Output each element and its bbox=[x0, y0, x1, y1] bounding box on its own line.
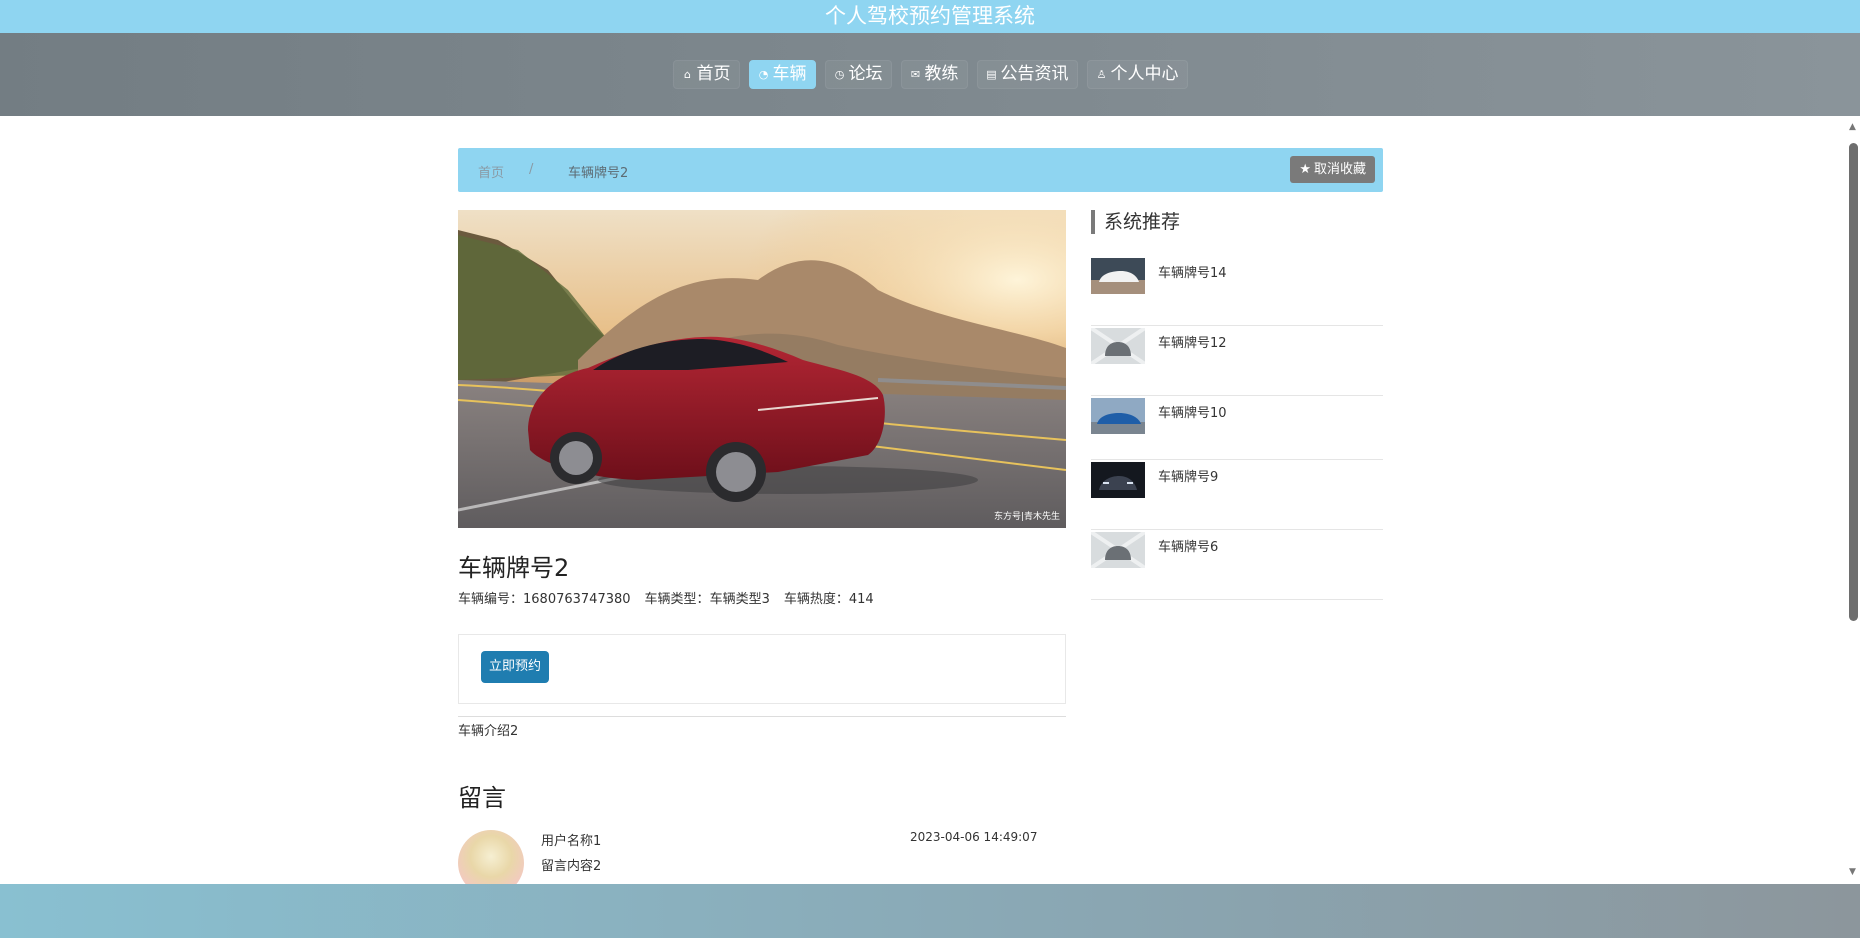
list-item[interactable]: 车辆牌号9 bbox=[1091, 460, 1383, 530]
list-item-label: 车辆牌号6 bbox=[1158, 540, 1219, 555]
list-item-label: 车辆牌号9 bbox=[1158, 470, 1219, 485]
breadcrumb-home-link[interactable]: 首页 bbox=[478, 162, 504, 181]
list-item[interactable]: 车辆牌号6 bbox=[1091, 530, 1383, 600]
unfavorite-button[interactable]: ★ 取消收藏 bbox=[1290, 156, 1375, 183]
nav-item-label: 教练 bbox=[924, 64, 959, 84]
vehicle-thumbnail bbox=[1091, 462, 1145, 498]
recommendations-list: 车辆牌号14 车辆牌号12 车辆牌号10 车辆牌号9 车辆牌号6 bbox=[1091, 256, 1383, 600]
comment-time: 2023-04-06 14:49:07 bbox=[910, 830, 1038, 844]
vehicle-photo-illustration bbox=[458, 210, 1066, 528]
app-title: 个人驾校预约管理系统 bbox=[0, 0, 1860, 33]
comment-user: 用户名称1 bbox=[541, 834, 602, 849]
booking-panel: 立即预约 bbox=[458, 634, 1066, 704]
vehicle-heat-value: 414 bbox=[848, 592, 874, 607]
user-icon: ♙ bbox=[1096, 68, 1107, 81]
divider bbox=[458, 716, 1066, 717]
vehicle-number-label: 车辆编号： bbox=[458, 592, 524, 607]
vehicle-heat: 车辆热度：414 bbox=[784, 588, 874, 607]
recommendations-title: 系统推荐 bbox=[1091, 210, 1180, 234]
vehicle-title: 车辆牌号2 bbox=[458, 554, 570, 582]
list-item[interactable]: 车辆牌号10 bbox=[1091, 396, 1383, 460]
vehicle-number-value: 1680763747380 bbox=[523, 592, 631, 607]
vehicle-heat-label: 车辆热度： bbox=[783, 592, 849, 607]
vehicle-intro: 车辆介绍2 bbox=[458, 724, 519, 739]
vehicle-meta: 车辆编号：1680763747380 车辆类型：车辆类型3 车辆热度：414 bbox=[458, 588, 874, 607]
star-icon: ★ bbox=[1299, 162, 1311, 177]
news-icon: ▤ bbox=[986, 68, 997, 81]
vehicle-type: 车辆类型：车辆类型3 bbox=[645, 588, 770, 607]
page-scrollbar[interactable]: ▲ ▼ bbox=[1845, 116, 1860, 884]
home-icon: ⌂ bbox=[684, 68, 691, 81]
clock-icon: ◷ bbox=[834, 68, 845, 81]
nav-item-label: 公告资讯 bbox=[1000, 64, 1069, 84]
top-navbar: ⌂ 首页 ◔ 车辆 ◷ 论坛 ✉ 教练 ▤ 公告资讯 ♙ 个人中心 bbox=[0, 33, 1860, 116]
vehicle-thumbnail bbox=[1091, 532, 1145, 568]
list-item-label: 车辆牌号12 bbox=[1158, 336, 1227, 351]
breadcrumb-current: 车辆牌号2 bbox=[568, 166, 629, 181]
breadcrumb-bar: 首页 / 车辆牌号2 ★ 取消收藏 bbox=[458, 148, 1383, 192]
main-content: 首页 / 车辆牌号2 ★ 取消收藏 东方号|青木先生 车辆牌号2 车辆编号：16… bbox=[0, 116, 1845, 884]
nav-item-forum[interactable]: ◷ 论坛 bbox=[824, 60, 892, 89]
vehicle-type-label: 车辆类型： bbox=[644, 592, 710, 607]
book-now-button[interactable]: 立即预约 bbox=[481, 651, 550, 683]
list-item-label: 车辆牌号14 bbox=[1158, 266, 1227, 281]
list-item-label: 车辆牌号10 bbox=[1158, 406, 1227, 421]
unfavorite-button-label: 取消收藏 bbox=[1313, 162, 1366, 177]
nav-item-profile[interactable]: ♙ 个人中心 bbox=[1086, 60, 1188, 89]
page-footer bbox=[0, 884, 1860, 938]
vehicle-thumbnail bbox=[1091, 258, 1145, 294]
nav-item-coaches[interactable]: ✉ 教练 bbox=[900, 60, 968, 89]
comment-text: 留言内容2 bbox=[541, 859, 602, 874]
photo-watermark: 东方号|青木先生 bbox=[993, 512, 1060, 522]
nav-item-vehicles[interactable]: ◔ 车辆 bbox=[748, 60, 816, 89]
scroll-down-icon[interactable]: ▼ bbox=[1847, 867, 1858, 877]
vehicle-thumbnail bbox=[1091, 328, 1145, 364]
vehicle-type-value: 车辆类型3 bbox=[709, 592, 770, 607]
vehicle-thumbnail bbox=[1091, 398, 1145, 434]
main-nav: ⌂ 首页 ◔ 车辆 ◷ 论坛 ✉ 教练 ▤ 公告资讯 ♙ 个人中心 bbox=[0, 60, 1860, 89]
avatar bbox=[458, 830, 524, 884]
nav-item-label: 车辆 bbox=[772, 64, 807, 84]
vehicle-number: 车辆编号：1680763747380 bbox=[458, 588, 631, 607]
nav-item-label: 首页 bbox=[696, 64, 731, 84]
nav-item-news[interactable]: ▤ 公告资讯 bbox=[976, 60, 1078, 89]
comments-title: 留言 bbox=[458, 784, 506, 812]
vehicle-photo: 东方号|青木先生 bbox=[458, 210, 1066, 528]
scroll-up-icon[interactable]: ▲ bbox=[1847, 122, 1858, 132]
dashboard-icon: ◔ bbox=[758, 68, 769, 81]
mail-icon: ✉ bbox=[910, 68, 921, 81]
list-item[interactable]: 车辆牌号12 bbox=[1091, 326, 1383, 396]
list-item[interactable]: 车辆牌号14 bbox=[1091, 256, 1383, 326]
nav-item-label: 论坛 bbox=[848, 64, 883, 84]
breadcrumb-separator: / bbox=[529, 162, 534, 177]
nav-item-home[interactable]: ⌂ 首页 bbox=[672, 60, 740, 89]
scrollbar-thumb[interactable] bbox=[1849, 143, 1858, 621]
nav-item-label: 个人中心 bbox=[1110, 64, 1179, 84]
